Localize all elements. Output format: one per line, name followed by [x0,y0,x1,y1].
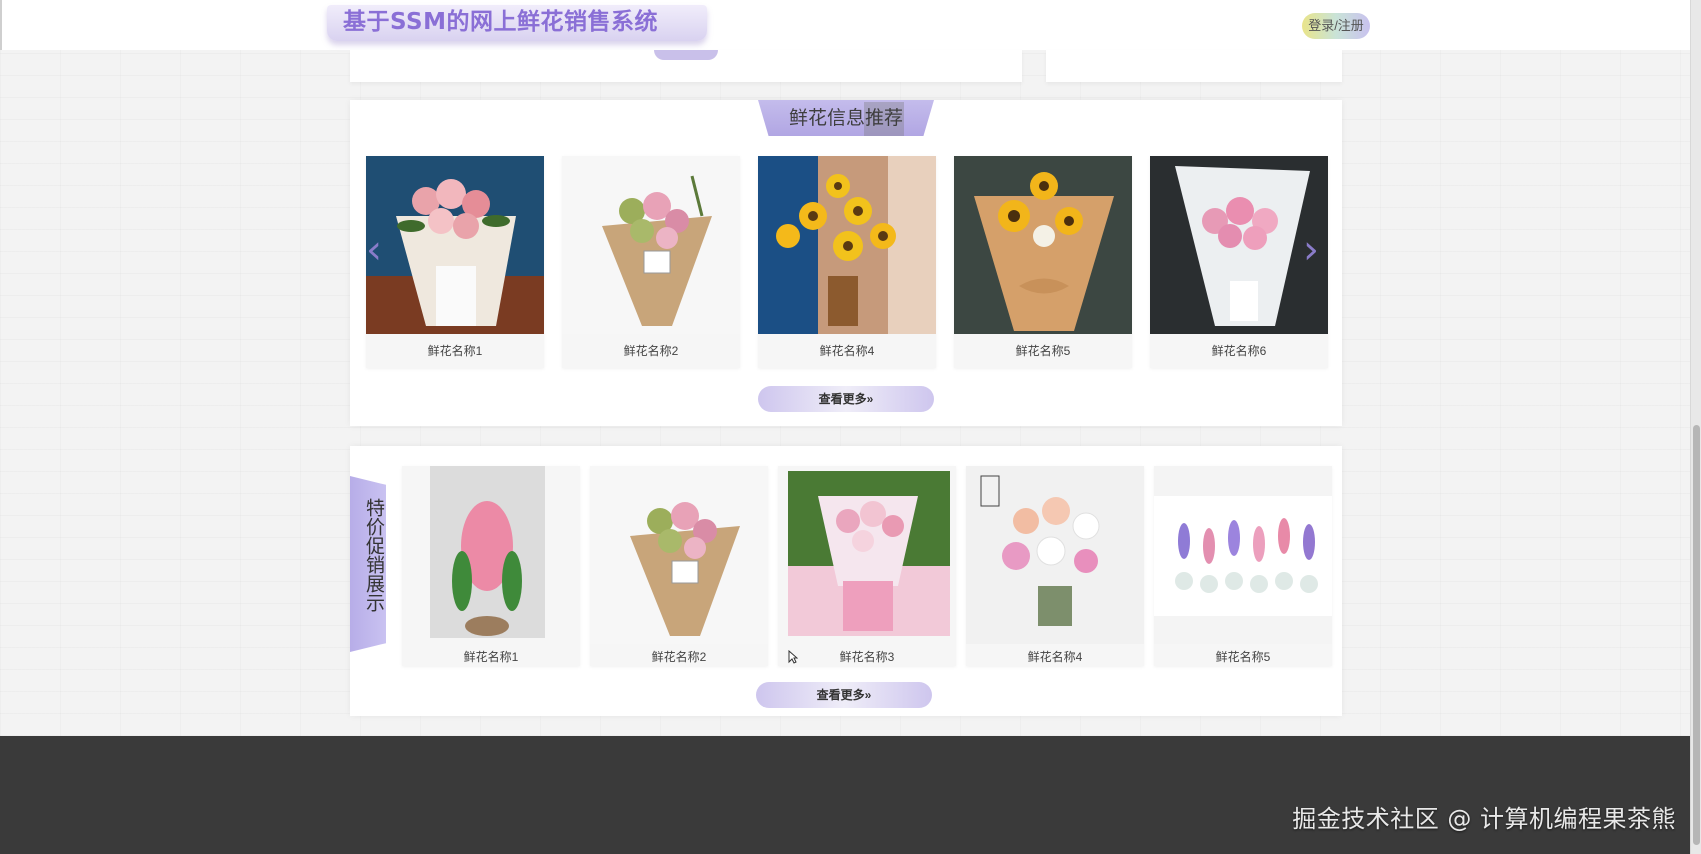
footer: 掘金技术社区 @ 计算机编程果茶熊 [0,736,1690,854]
watermark-text: 掘金技术社区 @ 计算机编程果茶熊 [1292,805,1676,833]
product-image[interactable] [1154,466,1332,644]
promo-more-button[interactable]: 查看更多» [756,682,932,708]
product-name[interactable]: 鲜花名称3 [778,648,956,665]
product-image[interactable] [954,156,1132,334]
recommend-section-title: 鲜花信息推荐 [758,100,934,136]
product-image[interactable] [402,466,580,644]
product-image[interactable] [966,466,1144,644]
product-image[interactable] [758,156,936,334]
top-bar: 基于SSM的网上鲜花销售系统 登录/注册 [0,0,1690,50]
recommend-section: 鲜花信息推荐 鲜花名称1 鲜花名称2 鲜花名称4 鲜花名称5 鲜花名称6 ‹ ›… [350,100,1342,426]
product-name[interactable]: 鲜花名称4 [966,648,1144,665]
carousel-next-icon[interactable]: › [1303,230,1319,270]
mouse-cursor-icon [788,650,798,664]
product-name[interactable]: 鲜花名称6 [1150,342,1328,359]
promo-section-title: 特价促销展示 [350,476,386,652]
product-name[interactable]: 鲜花名称2 [590,648,768,665]
site-title[interactable]: 基于SSM的网上鲜花销售系统 [327,5,707,41]
product-name[interactable]: 鲜花名称5 [954,342,1132,359]
product-card[interactable]: 鲜花名称4 [966,466,1144,666]
product-name[interactable]: 鲜花名称1 [366,342,544,359]
product-card[interactable]: 鲜花名称1 [402,466,580,666]
product-name[interactable]: 鲜花名称4 [758,342,936,359]
previous-section-side-card [1046,50,1342,82]
product-card[interactable]: 鲜花名称5 [1154,466,1332,666]
product-card[interactable]: 鲜花名称3 [778,466,956,666]
product-image[interactable] [590,466,768,644]
product-image[interactable] [1150,156,1328,334]
product-name[interactable]: 鲜花名称1 [402,648,580,665]
recommend-more-button[interactable]: 查看更多» [758,386,934,412]
login-register-button[interactable]: 登录/注册 [1302,13,1370,39]
product-card[interactable]: 鲜花名称1 [366,156,544,368]
product-name[interactable]: 鲜花名称5 [1154,648,1332,665]
vertical-scrollbar[interactable] [1690,0,1701,854]
product-card[interactable]: 鲜花名称2 [590,466,768,666]
previous-more-button[interactable] [654,50,718,60]
product-card[interactable]: 鲜花名称5 [954,156,1132,368]
product-name[interactable]: 鲜花名称2 [562,342,740,359]
product-card[interactable]: 鲜花名称6 [1150,156,1328,368]
promo-section: 特价促销展示 鲜花名称1 鲜花名称2 鲜花名称3 鲜花名称4 鲜花名称5 查看更… [350,446,1342,716]
product-image[interactable] [562,156,740,334]
carousel-prev-icon[interactable]: ‹ [366,230,382,270]
product-image[interactable] [778,466,956,644]
scrollbar-thumb[interactable] [1693,425,1700,845]
product-card[interactable]: 鲜花名称4 [758,156,936,368]
previous-section-card [350,50,1022,82]
product-card[interactable]: 鲜花名称2 [562,156,740,368]
product-image[interactable] [366,156,544,334]
